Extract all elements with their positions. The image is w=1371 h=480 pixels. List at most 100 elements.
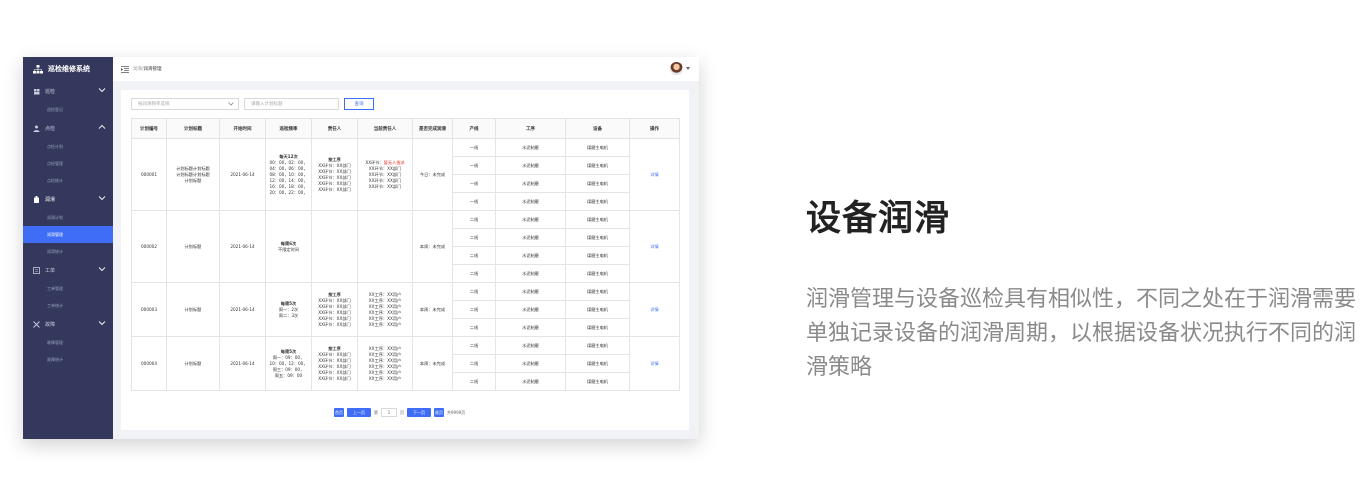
plan-id-cell: 000001	[131, 138, 167, 211]
details-link[interactable]: 详情	[650, 172, 658, 177]
breadcrumb-current: 润滑管理	[143, 67, 162, 72]
sidebar-item[interactable]: 润滑计划	[23, 209, 113, 226]
avatar[interactable]	[670, 62, 683, 75]
sidebar-group-1[interactable]: 点检	[23, 118, 113, 138]
line-cell: 一线	[452, 192, 496, 211]
start-time-cell: 2021-06-14	[219, 210, 266, 283]
action-cell: 详情	[629, 282, 680, 337]
process-cell: 水泥制磨	[495, 300, 566, 319]
current-owner-cell: XX工序：XX用户 XX工序：XX用户 XX工序：XX用户 XX工序：XX用户 …	[357, 336, 413, 391]
feature-description: 润滑管理与设备巡检具有相似性，不同之处在于润滑需要单独记录设备的润滑周期，以根据…	[806, 287, 1357, 380]
sidebar-item[interactable]: 润滑管理	[23, 226, 113, 243]
completion-status-cell: 本周：未完成	[412, 336, 453, 391]
line-cell: 一线	[452, 156, 496, 175]
frequency-detail: 周一：2次 周二：3次	[278, 306, 299, 318]
prev-page-button[interactable]: 上一页	[347, 408, 371, 417]
action-cell: 详情	[629, 138, 680, 211]
column-header: 计划编号	[131, 118, 167, 139]
current-owner-list: XX工序：XX用户 XX工序：XX用户 XX工序：XX用户 XX工序：XX用户 …	[368, 345, 402, 381]
menu-fold-icon[interactable]	[121, 65, 129, 73]
main-content: 按润滑频率选择 请输入计划标题 查询 计划编号 计划标题 开始时间 巡检频率 责任人 当前…	[121, 90, 689, 430]
process-cell: 水泥制磨	[495, 264, 566, 283]
page-prefix: 第	[374, 409, 378, 415]
device-cell: 煤磨主电机	[565, 174, 630, 193]
device-cell: 煤磨主电机	[565, 336, 630, 355]
plan-title-input[interactable]: 请输入计划标题	[244, 98, 339, 110]
sidebar-item[interactable]: 工单管理	[23, 280, 113, 297]
chevron-down-icon	[228, 102, 234, 106]
process-cell: 水泥制磨	[495, 138, 566, 157]
frequency-cell: 每周6次 不限定时间	[265, 210, 312, 283]
plan-title-cell: 计划标题	[166, 336, 220, 391]
page-suffix: 页	[400, 409, 404, 415]
caret-down-icon[interactable]	[686, 67, 690, 70]
column-header: 巡检频率	[265, 118, 312, 139]
device-cell: 煤磨主电机	[565, 300, 630, 319]
unassigned-line: XX环节：暂无人指派	[359, 160, 411, 166]
breadcrumb-parent[interactable]: 润滑	[133, 67, 142, 72]
column-header: 产线	[452, 118, 496, 139]
column-header: 设备	[565, 118, 630, 139]
table-header-row: 计划编号 计划标题 开始时间 巡检频率 责任人 当前责任人 是否完成润滑 产线 工序 设备 操作	[131, 118, 680, 139]
next-page-button[interactable]: 下一页	[407, 408, 431, 417]
owner-cell	[311, 210, 358, 283]
plan-id-cell: 000004	[131, 336, 167, 391]
completion-status-cell: 本周：未完成	[412, 282, 453, 337]
process-cell: 水泥制磨	[495, 336, 566, 355]
column-header: 操作	[629, 118, 680, 139]
chevron-up-icon	[98, 196, 106, 201]
plan-id-cell: 000003	[131, 282, 167, 337]
sidebar: 巡检维修系统 巡检 巡检登记点检点检计划 点检管理 点检统计 润滑 润滑计划 润滑管理 润滑统…	[23, 57, 113, 439]
app-brand: 巡检维修系统	[23, 57, 113, 81]
owner-cell: 按工序 XX环节：XX部门 XX环节：XX部门 XX环节：XX部门 XX环节：XX…	[311, 282, 358, 337]
table-row: 000003 计划标题 2021-06-14 每周5次 周一：2次 周二：3次 按工序 XX…	[131, 282, 680, 337]
sidebar-group-4[interactable]: 故障	[23, 314, 113, 334]
start-time-cell: 2021-06-14	[219, 282, 266, 337]
sidebar-group-0[interactable]: 巡检	[23, 81, 113, 101]
line-cell: 二线	[452, 264, 496, 283]
column-header: 是否完成润滑	[412, 118, 453, 139]
line-cell: 二线	[452, 210, 496, 229]
plan-title-cell: 计划标题	[166, 210, 220, 283]
first-page-button[interactable]: 首页	[334, 408, 344, 417]
current-owner-cell: XX工序：XX用户 XX工序：XX用户 XX工序：XX用户 XX工序：XX用户 …	[357, 282, 413, 337]
sidebar-item[interactable]: 工单统计	[23, 297, 113, 314]
details-link[interactable]: 详情	[650, 244, 658, 249]
details-link[interactable]: 详情	[650, 307, 658, 312]
sidebar-item[interactable]: 巡检登记	[23, 101, 113, 118]
frequency-cell: 每周5次 周一：2次 周二：3次	[265, 282, 312, 337]
sidebar-item[interactable]: 故障统计	[23, 351, 113, 368]
org-chart-icon	[33, 64, 43, 73]
chevron-up-icon	[98, 124, 106, 129]
sidebar-group-3[interactable]: 工单	[23, 260, 113, 280]
feature-title: 设备润滑	[806, 199, 951, 239]
sidebar-item[interactable]: 点检统计	[23, 172, 113, 189]
owner-list: XX环节：XX部门 XX环节：XX部门 XX环节：XX部门 XX环节：XX部门 …	[318, 162, 351, 192]
sidebar-item[interactable]: 点检管理	[23, 155, 113, 172]
sidebar-group-2[interactable]: 润滑	[23, 189, 113, 209]
process-cell: 水泥制磨	[495, 372, 566, 391]
process-cell: 水泥制磨	[495, 246, 566, 265]
page-number-input[interactable]: 1	[381, 408, 397, 417]
table-row: 000004 计划标题 2021-06-14 每周5次 周一：09：00， 10：00，…	[131, 336, 680, 391]
process-cell: 水泥制磨	[495, 210, 566, 229]
owner-cell: 按工序 XX环节：XX部门 XX环节：XX部门 XX环节：XX部门 XX环节：XX…	[311, 138, 358, 211]
device-cell: 煤磨主电机	[565, 282, 630, 301]
sidebar-item[interactable]: 点检计划	[23, 138, 113, 155]
plan-id-cell: 000002	[131, 210, 167, 283]
sidebar-group-label: 点检	[45, 125, 56, 132]
frequency-cell: 每天12次 00：00，02：00， 04：00，06：00， 08：00，10：…	[265, 138, 312, 211]
query-button[interactable]: 查询	[344, 98, 374, 110]
details-link[interactable]: 详情	[650, 361, 658, 366]
column-header: 开始时间	[219, 118, 266, 139]
device-cell: 煤磨主电机	[565, 192, 630, 211]
chevron-up-icon	[98, 321, 106, 326]
sidebar-item[interactable]: 润滑统计	[23, 243, 113, 260]
sidebar-item[interactable]: 故障管理	[23, 334, 113, 351]
pagination: 首页 上一页 第 1 页 下一页 尾页 共9999页	[334, 408, 465, 417]
last-page-button[interactable]: 尾页	[434, 408, 444, 417]
current-owner-cell: XX环节：暂无人指派 XX环节：XX部门 XX环节：XX部门 XX环节：XX部门 …	[357, 138, 413, 211]
action-cell: 详情	[629, 210, 680, 283]
frequency-select[interactable]: 按润滑频率选择	[131, 98, 239, 110]
breadcrumb: 润滑/润滑管理	[133, 66, 162, 72]
